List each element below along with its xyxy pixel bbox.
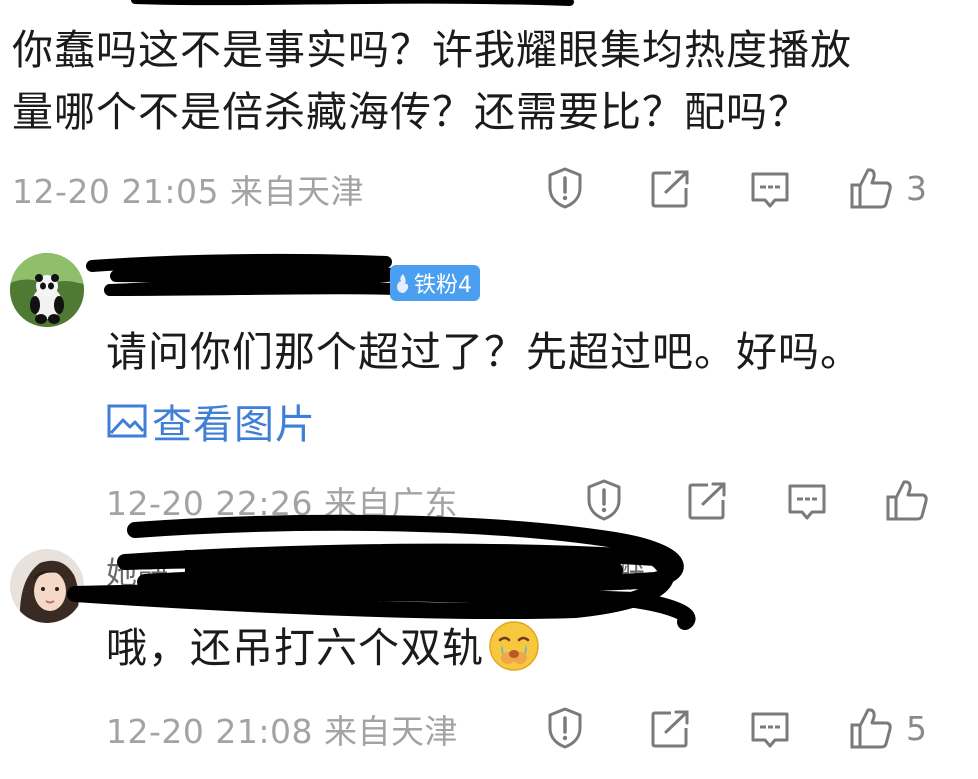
redacted-username	[67, 514, 696, 630]
reply-button[interactable]	[747, 167, 793, 213]
comment-text: 你蠢吗这不是事实吗？许我耀眼集均热度播放 量哪个不是倍杀藏海传？还需要比？配吗？	[12, 26, 852, 136]
thumbs-up-icon	[850, 168, 892, 209]
reply-icon	[788, 484, 826, 520]
image-icon	[107, 404, 147, 438]
report-icon	[548, 707, 582, 749]
like-button[interactable]: 5	[848, 704, 927, 752]
forward-icon	[651, 170, 689, 208]
like-count: 3	[906, 168, 927, 208]
view-image-label: 查看图片	[152, 402, 316, 448]
reply-button[interactable]	[784, 479, 830, 525]
redacted-username	[86, 253, 422, 296]
forward-icon	[651, 710, 689, 748]
avatar-image	[10, 253, 84, 327]
fan-badge-icon	[397, 274, 409, 293]
forward-button[interactable]	[647, 166, 693, 212]
report-icon	[548, 167, 582, 209]
comment-item: 你蠢吗这不是事实吗？许我耀眼集均热度播放 量哪个不是倍杀藏海传？还需要比？配吗？…	[0, 0, 978, 230]
avatar[interactable]	[10, 253, 84, 327]
comment-text: 请问你们那个超过了？先超过吧。好吗。	[106, 328, 862, 376]
report-button[interactable]	[542, 705, 588, 751]
thumbs-up-icon	[886, 480, 928, 521]
crying-face-emoji	[489, 621, 539, 671]
fan-badge: 铁粉4	[390, 265, 480, 301]
comment-timestamp: 12-20 21:05 来自天津	[12, 172, 364, 211]
view-image-link[interactable]: 查看图片	[106, 392, 316, 450]
comment-timestamp: 12-20 21:08 来自天津	[106, 712, 458, 751]
redaction-scribble	[131, 0, 574, 6]
thumbs-up-icon	[850, 708, 892, 749]
like-count: 5	[906, 708, 927, 748]
reply-icon	[751, 712, 789, 748]
reply-button[interactable]	[747, 707, 793, 753]
forward-button[interactable]	[647, 706, 693, 752]
like-button[interactable]	[884, 476, 942, 524]
reply-icon	[751, 172, 789, 208]
report-button[interactable]	[542, 165, 588, 211]
comment-text: 哦，还吊打六个双轨	[106, 620, 540, 676]
fan-badge-label: 铁粉4	[414, 273, 472, 298]
like-button[interactable]: 3	[848, 164, 927, 212]
